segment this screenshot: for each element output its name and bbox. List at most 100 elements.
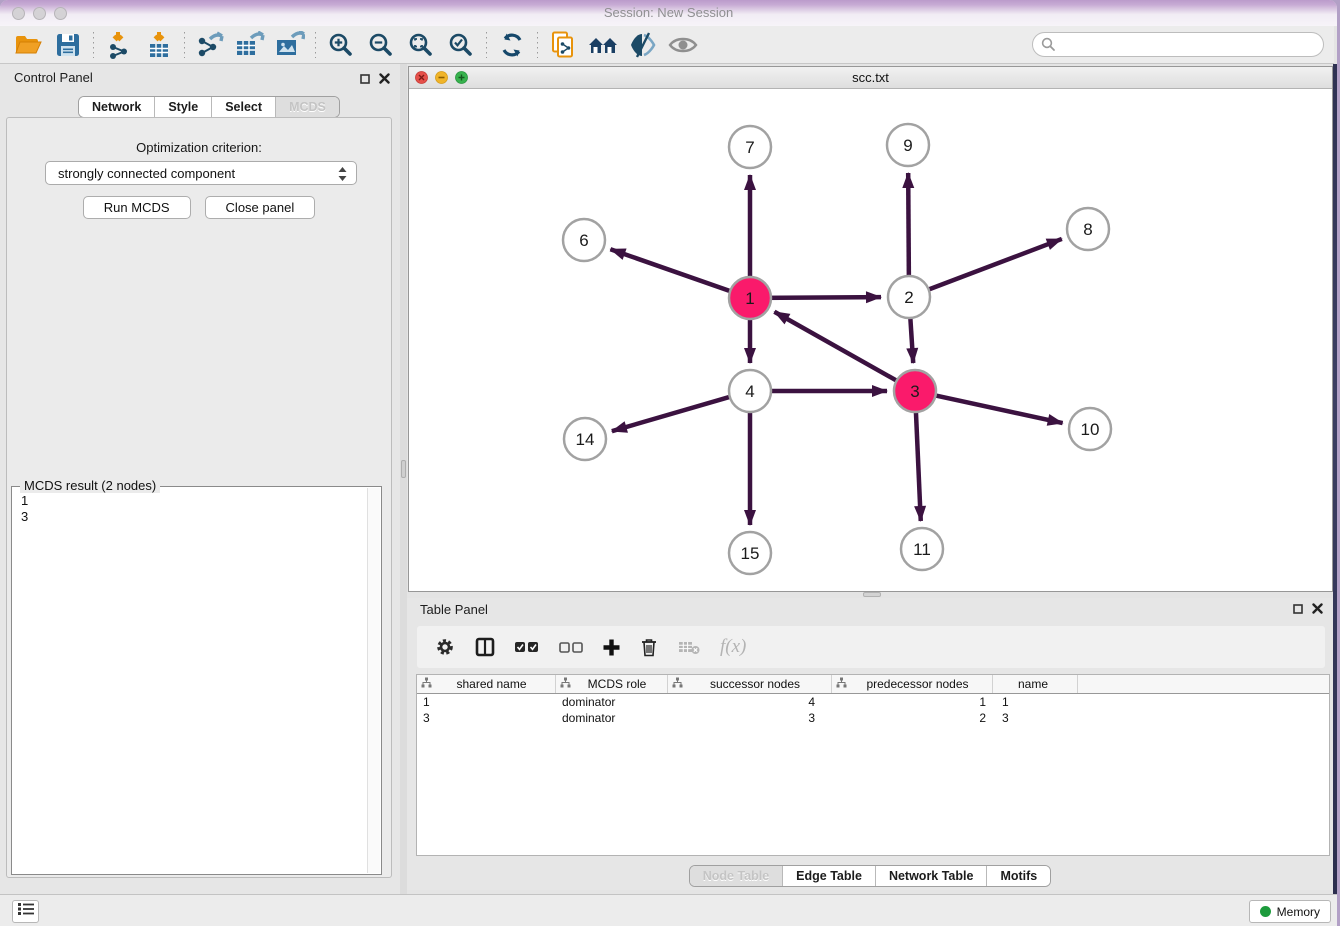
optimization-criterion-label: Optimization criterion: [7,140,391,155]
mcds-result-item: 1 [21,493,28,509]
result-scrollbar[interactable] [367,488,380,873]
graph-node-label: 9 [903,136,912,155]
column-browser-icon[interactable] [475,637,495,657]
export-image-icon[interactable] [270,28,310,62]
cell-successor-nodes[interactable]: 3 [668,710,832,726]
status-bar: Memory [0,894,1337,926]
column-header-successor-nodes[interactable]: successor nodes [668,675,832,693]
show-hide-details-icon[interactable] [663,28,703,62]
column-header-predecessor-nodes[interactable]: predecessor nodes [832,675,993,693]
run-mcds-button[interactable]: Run MCDS [83,196,191,219]
search-field-wrap [1032,32,1324,57]
cell-predecessor-nodes[interactable]: 2 [832,710,993,726]
network-window-title: scc.txt [409,70,1332,85]
graph-edge-4-14[interactable] [612,392,748,432]
open-session-icon[interactable] [8,28,48,62]
node-table-header: shared name MCDS role successor nodes pr… [417,675,1329,694]
graph-node-label: 4 [745,382,754,401]
cell-predecessor-nodes[interactable]: 1 [832,694,993,710]
dropdown-stepper-icon [337,166,348,185]
workspace: Control Panel Network Style Select MCDS … [0,64,1337,894]
zoom-in-icon[interactable] [321,28,361,62]
float-panel-icon[interactable] [1293,601,1303,619]
control-panel-title: Control Panel [14,70,93,85]
tab-style[interactable]: Style [154,97,211,117]
import-network-icon[interactable] [99,28,139,62]
table-panel-title: Table Panel [420,602,488,617]
cell-mcds-role[interactable]: dominator [556,694,668,710]
table-row[interactable]: 3 dominator 3 2 3 [417,710,1329,726]
table-panel-tabs: Node Table Edge Table Network Table Moti… [407,865,1333,887]
column-type-icon [836,677,847,691]
app-titlebar: Session: New Session [0,0,1337,26]
graph-edge-1-6[interactable] [610,249,748,297]
add-column-icon[interactable] [603,639,620,656]
zoom-selected-icon[interactable] [441,28,481,62]
graph-node-label: 10 [1081,420,1100,439]
network-graph-canvas[interactable]: 1234678910111415 [409,89,1332,591]
deselect-all-checks-icon[interactable] [559,641,583,653]
import-table-icon[interactable] [139,28,179,62]
refresh-icon[interactable] [492,28,532,62]
table-toolbar: f(x) [417,626,1325,668]
graph-node-label: 11 [913,540,931,559]
horizontal-splitter-handle[interactable] [863,592,881,597]
memory-button[interactable]: Memory [1249,900,1331,923]
tab-select[interactable]: Select [211,97,275,117]
toolbar-separator [93,32,94,58]
cell-name[interactable]: 3 [993,710,1078,726]
home-layout-icon[interactable] [583,28,623,62]
task-history-button[interactable] [12,900,39,923]
desktop-wallpaper-strip [1333,64,1337,894]
graph-node-label: 3 [910,382,919,401]
vertical-splitter[interactable] [400,64,407,894]
search-input[interactable] [1032,32,1324,57]
function-builder-icon-disabled: f(x) [720,636,746,658]
tab-network[interactable]: Network [79,97,154,117]
close-panel-button[interactable]: Close panel [205,196,316,219]
visual-properties-icon[interactable] [623,28,663,62]
tab-motifs[interactable]: Motifs [986,866,1050,886]
criterion-dropdown[interactable]: strongly connected component [45,161,357,185]
clone-network-icon[interactable] [543,28,583,62]
network-window-titlebar: scc.txt [409,67,1332,89]
graph-node-label: 8 [1083,220,1092,239]
column-header-mcds-role[interactable]: MCDS role [556,675,668,693]
mcds-tab-page: Optimization criterion: strongly connect… [6,117,392,878]
cell-mcds-role[interactable]: dominator [556,710,668,726]
graph-edge-3-10[interactable] [917,391,1063,423]
delete-column-icon[interactable] [640,637,658,657]
vertical-splitter-handle[interactable] [401,460,406,478]
cell-name[interactable]: 1 [993,694,1078,710]
toolbar-separator [315,32,316,58]
tab-node-table[interactable]: Node Table [690,866,782,886]
save-session-icon[interactable] [48,28,88,62]
zoom-fit-icon[interactable] [401,28,441,62]
column-type-icon [560,677,571,691]
close-panel-icon[interactable] [1312,601,1323,619]
table-row[interactable]: 1 dominator 4 1 1 [417,694,1329,710]
column-header-name[interactable]: name [993,675,1078,693]
mcds-result-box: MCDS result (2 nodes) 1 3 [11,486,382,875]
column-header-shared-name[interactable]: shared name [417,675,556,693]
app-title: Session: New Session [0,5,1337,20]
tab-mcds[interactable]: MCDS [275,97,339,117]
zoom-out-icon[interactable] [361,28,401,62]
memory-label: Memory [1277,905,1320,919]
cell-shared-name[interactable]: 1 [417,694,556,710]
export-table-icon[interactable] [230,28,270,62]
cell-successor-nodes[interactable]: 4 [668,694,832,710]
application-window: Session: New Session [0,0,1337,926]
export-network-icon[interactable] [190,28,230,62]
cell-shared-name[interactable]: 3 [417,710,556,726]
graph-node-label: 15 [741,544,760,563]
graph-edge-2-8[interactable] [911,239,1062,296]
tab-edge-table[interactable]: Edge Table [782,866,875,886]
select-all-checks-icon[interactable] [515,641,539,653]
graph-edge-3-1[interactable] [774,312,913,390]
delete-table-icon-disabled [678,639,700,655]
float-panel-icon[interactable] [360,71,370,89]
close-panel-icon[interactable] [379,71,390,89]
settings-gear-icon[interactable] [435,637,455,657]
tab-network-table[interactable]: Network Table [875,866,987,886]
